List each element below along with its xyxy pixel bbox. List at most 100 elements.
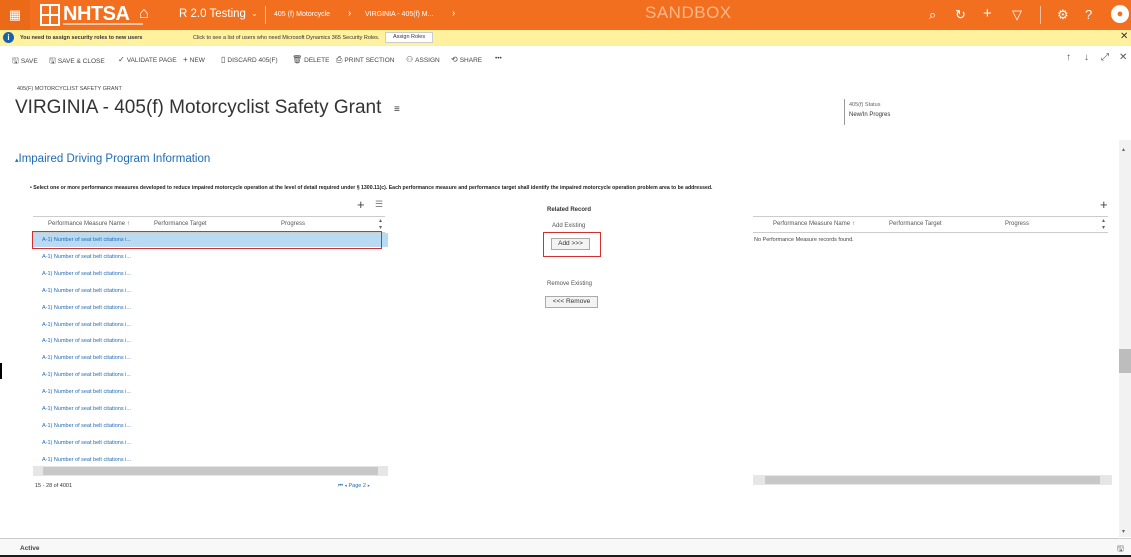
command-bar: 🖫 SAVE 🖫 SAVE & CLOSE ✓ VALIDATE PAGE + NEW … [0, 46, 1131, 70]
search-icon[interactable]: ⌕ [929, 7, 936, 23]
print-section-button[interactable]: ⎙ PRINT SECTION [336, 55, 395, 65]
table-row[interactable]: A-1) Number of seat belt citations i... [42, 305, 131, 311]
col-header-target[interactable]: Performance Target [154, 216, 207, 232]
page-number: Page 2 [348, 483, 366, 489]
table-row[interactable]: A-1) Number of seat belt citations i... [42, 372, 131, 378]
scroll-down-icon[interactable]: ▾ [1102, 224, 1105, 231]
prev-page-icon[interactable]: ◂ [344, 483, 347, 489]
notification-text[interactable]: Click to see a list of users who need Mi… [193, 35, 379, 41]
logo-underline [63, 23, 143, 25]
top-navigation-bar: ▦ NHTSA ⌂ R 2.0 Testing ⌄ 405 (f) Motorc… [0, 0, 1131, 30]
scroll-down-icon[interactable]: ▾ [379, 224, 382, 231]
user-avatar-icon[interactable]: ● [1111, 5, 1129, 23]
record-status: Active [20, 545, 40, 552]
trash-icon: 🗑 [292, 55, 303, 64]
status-label: 405(f) Status [849, 102, 881, 108]
chevron-right-icon[interactable]: › [452, 8, 455, 19]
table-row[interactable]: A-1) Number of seat belt citations i... [42, 322, 131, 328]
gear-icon[interactable]: ⚙ [1057, 7, 1069, 23]
scrollbar-thumb[interactable] [1119, 349, 1131, 373]
next-page-icon[interactable]: ▸ [367, 483, 370, 489]
scroll-up-icon[interactable]: ▴ [1102, 217, 1105, 224]
table-row[interactable]: A-1) Number of seat belt citations i... [42, 355, 131, 361]
first-page-icon[interactable]: ⏮ [338, 483, 343, 489]
section-header[interactable]: ▴Impaired Driving Program Information [15, 153, 210, 165]
status-field: 405(f) Status New/In Progres [844, 99, 914, 125]
print-icon: ⎙ [336, 55, 343, 64]
notification-title: You need to assign security roles to new… [20, 35, 143, 41]
sandbox-label: SANDBOX [645, 3, 732, 22]
scroll-up-icon[interactable]: ▴ [1122, 146, 1125, 153]
table-row[interactable]: A-1) Number of seat belt citations i... [42, 406, 131, 412]
add-record-icon[interactable]: + [1100, 197, 1108, 212]
col-header-progress[interactable]: Progress [281, 216, 305, 232]
scrollbar-thumb[interactable] [765, 476, 1100, 484]
close-record-icon[interactable]: ✕ [1119, 52, 1127, 63]
validate-page-button[interactable]: ✓ VALIDATE PAGE [118, 55, 177, 64]
save-close-icon: 🖫 [49, 56, 56, 65]
status-value: New/In Progres [849, 112, 891, 118]
table-row[interactable]: A-1) Number of seat belt citations i... [42, 389, 131, 395]
add-existing-label: Add Existing [552, 223, 586, 229]
remove-existing-label: Remove Existing [547, 281, 593, 287]
divider [1040, 6, 1041, 24]
table-row[interactable]: A-1) Number of seat belt citations i... [42, 440, 131, 446]
pager[interactable]: ⏮ ◂ Page 2 ▸ [338, 483, 370, 490]
divider [753, 232, 1108, 233]
help-icon[interactable]: ? [1085, 7, 1092, 22]
breadcrumb-app[interactable]: R 2.0 Testing [179, 8, 246, 20]
scrollbar-thumb[interactable] [43, 467, 378, 475]
more-commands-button[interactable]: ••• [495, 55, 502, 62]
scroll-up-icon[interactable]: ▴ [379, 217, 382, 224]
table-row[interactable]: A-1) Number of seat belt citations i... [42, 288, 131, 294]
chevron-right-icon: › [348, 8, 352, 19]
col-header-progress[interactable]: Progress [1005, 216, 1029, 232]
assign-button[interactable]: ⚇ ASSIGN [406, 55, 440, 64]
save-close-button[interactable]: 🖫 SAVE & CLOSE [49, 55, 105, 69]
table-row[interactable]: A-1) Number of seat belt citations i... [42, 271, 131, 277]
home-icon[interactable]: ⌂ [139, 5, 149, 23]
nhtsa-seal-icon [40, 4, 60, 26]
scroll-down-icon[interactable]: ▾ [1122, 528, 1125, 535]
assign-roles-button[interactable]: Assign Roles [385, 32, 434, 43]
discard-button[interactable]: ▯ DISCARD 405(F) [221, 55, 278, 64]
breadcrumb-entity[interactable]: 405 (f) Motorcycle [274, 11, 330, 18]
arrow-up-icon[interactable]: ↑ [1066, 52, 1071, 63]
notification-bar: i You need to assign security roles to n… [0, 30, 1131, 46]
record-range: 15 - 28 of 4001 [35, 483, 73, 489]
share-icon: ⟲ [451, 55, 458, 64]
table-row[interactable]: A-1) Number of seat belt citations i... [42, 338, 131, 344]
col-header-name[interactable]: Performance Measure Name ↑ [773, 216, 855, 232]
col-header-name[interactable]: Performance Measure Name ↑ [48, 216, 130, 232]
save-icon: 🖫 [12, 56, 19, 65]
col-header-target[interactable]: Performance Target [889, 216, 942, 232]
table-row[interactable]: A-1) Number of seat belt citations i... [42, 457, 131, 463]
close-icon[interactable]: ✕ [1120, 31, 1128, 42]
grid-view-icon[interactable]: ☰ [375, 199, 383, 210]
vertical-scrollbar[interactable] [1119, 140, 1131, 537]
app-launcher-icon[interactable]: ▦ [0, 0, 30, 30]
section-title: Impaired Driving Program Information [18, 153, 211, 165]
table-row[interactable]: A-1) Number of seat belt citations i... [42, 423, 131, 429]
save-button[interactable]: 🖫 SAVE [12, 55, 38, 69]
arrow-down-icon[interactable]: ↓ [1084, 52, 1089, 63]
chevron-down-icon[interactable]: ⌄ [251, 9, 258, 18]
form-selector-icon[interactable]: ≡ [394, 104, 400, 115]
horizontal-scrollbar[interactable] [33, 466, 388, 476]
divider [265, 6, 266, 24]
create-icon[interactable]: + [983, 5, 992, 22]
add-record-icon[interactable]: + [357, 197, 365, 212]
table-row[interactable]: A-1) Number of seat belt citations i... [42, 254, 131, 260]
delete-button[interactable]: 🗑 DELETE [292, 55, 329, 64]
discard-icon: ▯ [221, 55, 226, 64]
breadcrumb-record[interactable]: VIRGINIA - 405(f) M... [365, 11, 433, 18]
horizontal-scrollbar[interactable] [753, 475, 1112, 485]
share-button[interactable]: ⟲ SHARE [451, 55, 482, 64]
remove-button[interactable]: <<< Remove [545, 296, 598, 308]
recent-icon[interactable]: ↻ [955, 7, 966, 23]
highlight-box [543, 232, 601, 257]
related-record-title: Related Record [547, 207, 592, 213]
filter-icon[interactable]: ▽ [1012, 7, 1022, 23]
expand-icon[interactable]: ⤢ [1101, 52, 1109, 63]
new-button[interactable]: + NEW [183, 55, 205, 64]
